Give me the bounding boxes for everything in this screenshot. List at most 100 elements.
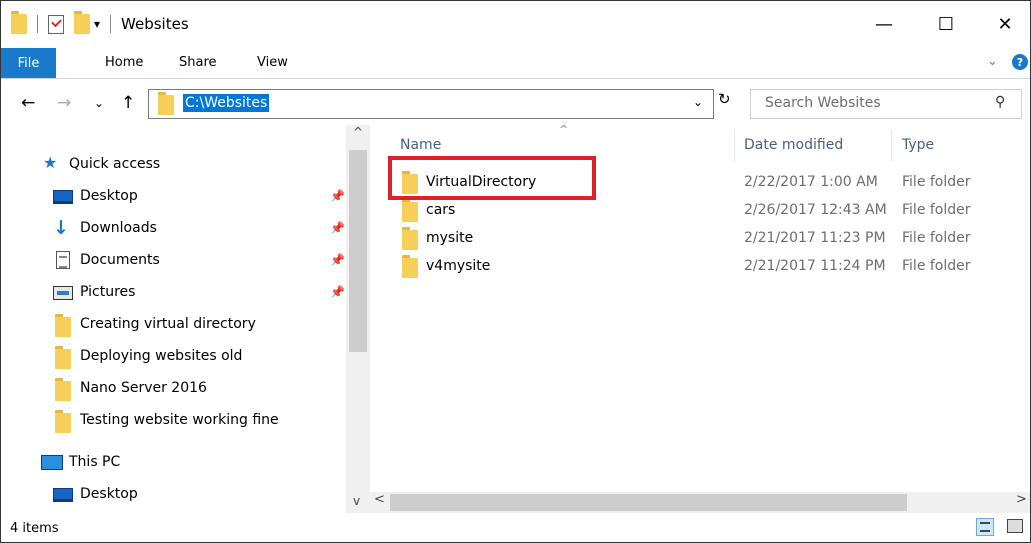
properties-icon[interactable] (48, 14, 64, 34)
address-path[interactable]: C:\Websites (183, 94, 270, 112)
file-type: File folder (902, 202, 971, 218)
scroll-thumb[interactable] (390, 494, 907, 511)
nav-pictures[interactable]: Pictures 📌 (1, 279, 346, 307)
nav-label: Documents (80, 252, 160, 268)
pin-icon: 📌 (330, 285, 345, 299)
sort-ascending-icon: ^ (559, 123, 569, 136)
scroll-right-button[interactable]: > (1016, 492, 1027, 507)
tab-file[interactable]: File (1, 48, 56, 78)
nav-label: Pictures (80, 284, 136, 300)
folder-icon (402, 255, 418, 278)
help-icon[interactable]: ? (1012, 54, 1028, 70)
pin-icon: 📌 (330, 221, 345, 235)
nav-folder[interactable]: Testing website working fine (1, 407, 346, 435)
nav-label: Nano Server 2016 (80, 380, 207, 396)
file-date: 2/21/2017 11:24 PM (744, 258, 886, 274)
column-divider[interactable] (891, 129, 892, 161)
folder-icon (11, 11, 27, 34)
nav-folder[interactable]: Deploying websites old (1, 343, 346, 371)
refresh-button[interactable]: ↻ (718, 90, 731, 108)
desktop-icon (53, 488, 73, 502)
up-button[interactable]: ↑ (121, 93, 135, 113)
divider (110, 15, 112, 33)
pin-icon: 📌 (330, 189, 345, 203)
nav-desktop[interactable]: Desktop 📌 (1, 183, 346, 211)
expand-ribbon-chevron-icon[interactable]: ⌄ (987, 54, 998, 69)
folder-icon (55, 314, 71, 337)
nav-label: This PC (69, 454, 121, 470)
nav-documents[interactable]: Documents 📌 (1, 247, 346, 275)
scroll-thumb[interactable] (349, 150, 367, 352)
downloads-icon: ↓ (53, 217, 69, 239)
status-bar: 4 items (1, 513, 1030, 542)
close-button[interactable]: ✕ (980, 1, 1030, 48)
horizontal-scrollbar[interactable]: < > (370, 492, 1030, 513)
pictures-icon (53, 286, 73, 300)
file-type: File folder (902, 258, 971, 274)
tab-view[interactable]: View (257, 55, 288, 70)
divider (37, 15, 38, 33)
file-name: cars (426, 202, 456, 218)
file-date: 2/21/2017 11:23 PM (744, 230, 886, 246)
nav-quick-access[interactable]: ★ Quick access (1, 151, 346, 179)
table-row[interactable]: v4mysite 2/21/2017 11:24 PM File folder (388, 253, 1030, 281)
nav-downloads[interactable]: ↓ Downloads 📌 (1, 215, 346, 243)
tab-share[interactable]: Share (179, 55, 217, 70)
nav-label: Desktop (80, 486, 138, 502)
file-date: 2/22/2017 1:00 AM (744, 174, 878, 190)
folder-icon (402, 227, 418, 250)
nav-pc-desktop[interactable]: Desktop (1, 481, 346, 509)
scroll-left-button[interactable]: < (374, 492, 385, 507)
file-date: 2/26/2017 12:43 AM (744, 202, 887, 218)
maximize-button[interactable]: ☐ (921, 1, 971, 48)
nav-folder[interactable]: Nano Server 2016 (1, 375, 346, 403)
search-icon[interactable]: ⚲ (995, 94, 1005, 110)
back-button[interactable]: ← (21, 93, 35, 113)
scroll-up-button[interactable]: ^ (353, 125, 363, 139)
address-dropdown[interactable]: ⌄ (693, 95, 703, 109)
tab-home[interactable]: Home (105, 55, 143, 70)
folder-icon (55, 410, 71, 433)
table-row[interactable]: cars 2/26/2017 12:43 AM File folder (388, 197, 1030, 225)
pin-icon: 📌 (330, 253, 345, 267)
navigation-pane: ★ Quick access Desktop 📌 ↓ Downloads 📌 D… (1, 125, 346, 513)
search-input[interactable]: Search Websites ⚲ (750, 89, 1022, 119)
quick-access-toolbar: ▾ Websites (11, 11, 189, 34)
recent-locations-dropdown[interactable]: ⌄ (94, 96, 104, 110)
customize-toolbar-dropdown[interactable]: ▾ (94, 17, 100, 31)
file-type: File folder (902, 174, 971, 190)
details-view-icon[interactable] (976, 518, 994, 536)
forward-button[interactable]: → (57, 93, 71, 113)
file-name: v4mysite (426, 258, 491, 274)
nav-label: Deploying websites old (80, 348, 243, 364)
minimize-button[interactable]: — (859, 1, 909, 48)
file-name: mysite (426, 230, 474, 246)
column-divider[interactable] (734, 129, 735, 161)
nav-label: Quick access (69, 156, 161, 172)
folder-icon (55, 378, 71, 401)
file-type: File folder (902, 230, 971, 246)
table-row[interactable]: mysite 2/21/2017 11:23 PM File folder (388, 225, 1030, 253)
desktop-icon (53, 190, 73, 204)
folder-icon (55, 346, 71, 369)
address-bar[interactable]: C:\Websites ⌄ (148, 89, 714, 119)
nav-label: Creating virtual directory (80, 316, 256, 332)
nav-this-pc[interactable]: This PC (1, 449, 346, 477)
highlight-box (388, 156, 596, 200)
large-icons-view-icon[interactable] (1007, 519, 1023, 533)
new-folder-icon[interactable] (74, 11, 90, 34)
scroll-down-button[interactable]: v (353, 494, 360, 508)
nav-label: Downloads (80, 220, 157, 236)
window-title: Websites (121, 15, 189, 33)
nav-label: Desktop (80, 188, 138, 204)
ribbon: File Home Share View ⌄ ? (1, 48, 1030, 79)
folder-icon (158, 92, 174, 115)
search-placeholder: Search Websites (765, 95, 881, 111)
folder-icon (402, 199, 418, 222)
nav-label: Testing website working fine (80, 412, 279, 428)
computer-icon (41, 455, 63, 470)
navigation-scrollbar[interactable]: ^ v (346, 125, 370, 513)
title-bar: ▾ Websites — ☐ ✕ (1, 1, 1030, 48)
item-count: 4 items (10, 521, 59, 536)
nav-folder[interactable]: Creating virtual directory (1, 311, 346, 339)
